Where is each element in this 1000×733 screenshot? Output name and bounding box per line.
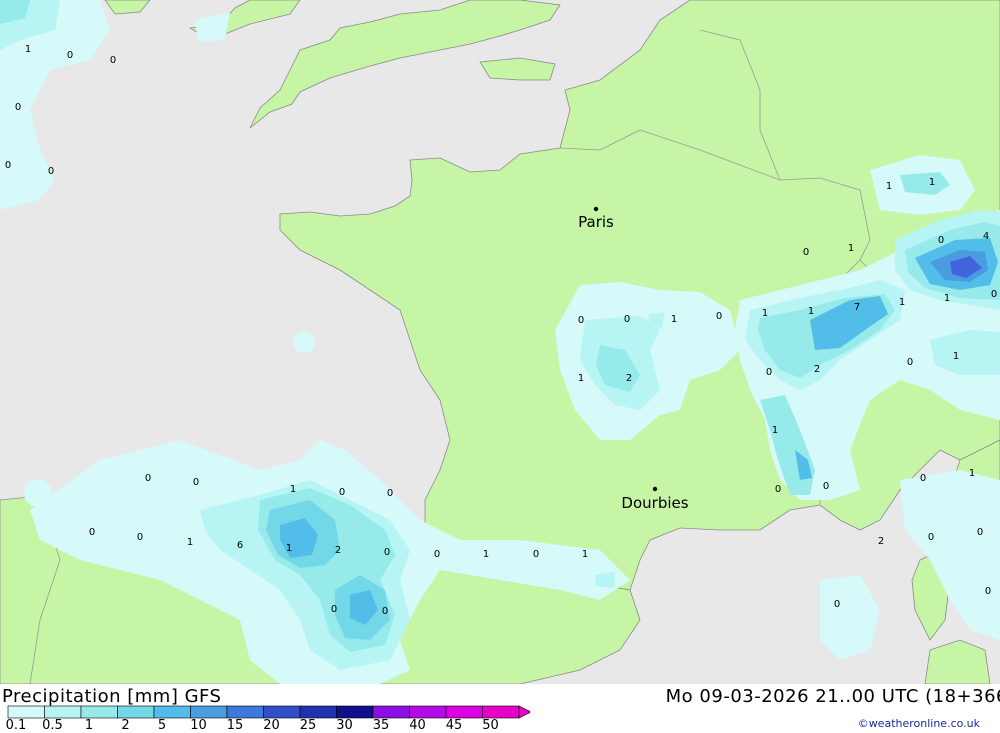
value-label: 0 bbox=[15, 102, 21, 113]
value-label: 0 bbox=[384, 547, 390, 558]
legend-tick-label: 5 bbox=[157, 718, 167, 733]
credit-link[interactable]: ©weatheronline.co.uk bbox=[858, 717, 980, 730]
value-label: 1 bbox=[953, 351, 959, 362]
value-label: 1 bbox=[578, 373, 584, 384]
legend-tick-label: 15 bbox=[226, 718, 244, 733]
legend-tick-label: 0.5 bbox=[42, 718, 63, 733]
value-label: 0 bbox=[382, 606, 388, 617]
value-label: 0 bbox=[387, 488, 393, 499]
legend-tick-label: 25 bbox=[299, 718, 317, 733]
value-label: 0 bbox=[907, 357, 913, 368]
legend-swatch bbox=[445, 705, 483, 719]
value-label: 2 bbox=[335, 545, 341, 556]
forecast-datetime: Mo 09-03-2026 21..00 UTC (18+366 bbox=[665, 686, 1000, 707]
value-label: 7 bbox=[854, 302, 860, 313]
value-label: 1 bbox=[772, 425, 778, 436]
value-label: 2 bbox=[814, 364, 820, 375]
legend-tick-label: 30 bbox=[336, 718, 353, 733]
value-label: 1 bbox=[944, 293, 950, 304]
value-label: 1 bbox=[929, 177, 935, 188]
legend-tick-label: 40 bbox=[409, 718, 426, 733]
legend-tick-label: 2 bbox=[121, 718, 130, 733]
value-label: 0 bbox=[339, 487, 345, 498]
value-label: 0 bbox=[938, 235, 944, 246]
legend-swatch bbox=[409, 705, 447, 719]
value-label: 0 bbox=[716, 311, 722, 322]
legend-tick-label: 10 bbox=[190, 718, 207, 733]
value-label: 0 bbox=[137, 532, 143, 543]
value-label: 2 bbox=[878, 536, 884, 547]
legend-tick-label: 20 bbox=[263, 718, 280, 733]
value-label: 0 bbox=[67, 50, 73, 61]
legend-tick-label: 0.1 bbox=[5, 718, 27, 733]
value-label: 1 bbox=[848, 243, 854, 254]
value-label: 1 bbox=[483, 549, 489, 560]
value-label: 0 bbox=[775, 484, 781, 495]
legend-swatch bbox=[117, 705, 155, 719]
legend-swatch bbox=[372, 705, 410, 719]
value-label: 6 bbox=[237, 540, 243, 551]
value-label: 0 bbox=[331, 604, 337, 615]
city-label-paris: Paris bbox=[578, 213, 614, 231]
legend-tick-label: 1 bbox=[84, 718, 94, 733]
value-label: 0 bbox=[89, 527, 95, 538]
map-title: Precipitation [mm] GFS bbox=[2, 686, 222, 707]
value-label: 1 bbox=[582, 549, 588, 560]
value-label: 1 bbox=[762, 308, 768, 319]
legend-arrow bbox=[518, 705, 530, 719]
legend-swatch bbox=[226, 705, 264, 719]
legend-tick-label: 50 bbox=[482, 718, 499, 733]
value-label: 1 bbox=[808, 306, 814, 317]
legend-swatch bbox=[7, 705, 45, 719]
value-label: 0 bbox=[803, 247, 809, 258]
legend-ticks: 0.1 0.5 1 2 5 10 15 20 25 30 35 40 45 50 bbox=[0, 718, 520, 733]
value-label: 1 bbox=[290, 484, 296, 495]
value-label: 2 bbox=[626, 373, 632, 384]
value-label: 1 bbox=[671, 314, 677, 325]
value-label: 0 bbox=[985, 586, 991, 597]
value-label: 0 bbox=[578, 315, 584, 326]
value-label: 0 bbox=[48, 166, 54, 177]
legend-swatch bbox=[44, 705, 82, 719]
value-label: 0 bbox=[920, 473, 926, 484]
value-label: 1 bbox=[886, 181, 892, 192]
value-label: 1 bbox=[899, 297, 905, 308]
value-label: 0 bbox=[766, 367, 772, 378]
value-label: 4 bbox=[983, 231, 989, 242]
value-label: 1 bbox=[187, 537, 193, 548]
legend-swatch bbox=[299, 705, 337, 719]
value-label: 0 bbox=[834, 599, 840, 610]
legend-tick-label: 35 bbox=[372, 718, 390, 733]
legend-swatch bbox=[263, 705, 301, 719]
value-label: 0 bbox=[193, 477, 199, 488]
city-marker-paris bbox=[593, 206, 599, 212]
value-label: 0 bbox=[533, 549, 539, 560]
value-label: 0 bbox=[110, 55, 116, 66]
legend-swatch bbox=[80, 705, 118, 719]
value-label: 0 bbox=[5, 160, 11, 171]
value-label: 0 bbox=[823, 481, 829, 492]
legend-swatch bbox=[482, 705, 520, 719]
value-label: 0 bbox=[145, 473, 151, 484]
value-label: 1 bbox=[969, 468, 975, 479]
legend-swatch bbox=[190, 705, 228, 719]
value-label: 0 bbox=[624, 314, 630, 325]
map-footer: Precipitation [mm] GFS Mo 09-03-2026 21.… bbox=[0, 684, 1000, 733]
city-label-dourbies: Dourbies bbox=[621, 494, 688, 512]
precipitation-map: Paris Dourbies 1 0 0 0 0 0 1 1 0 4 0 1 0… bbox=[0, 0, 1000, 684]
value-label: 0 bbox=[991, 289, 997, 300]
legend-colorbar bbox=[7, 705, 530, 719]
legend-swatch bbox=[153, 705, 191, 719]
value-label: 1 bbox=[286, 543, 292, 554]
city-marker-dourbies bbox=[652, 486, 658, 492]
value-label: 0 bbox=[977, 527, 983, 538]
value-label: 0 bbox=[434, 549, 440, 560]
value-label: 0 bbox=[928, 532, 934, 543]
legend-tick-label: 45 bbox=[445, 718, 463, 733]
value-label: 1 bbox=[25, 44, 31, 55]
legend-swatch bbox=[336, 705, 374, 719]
